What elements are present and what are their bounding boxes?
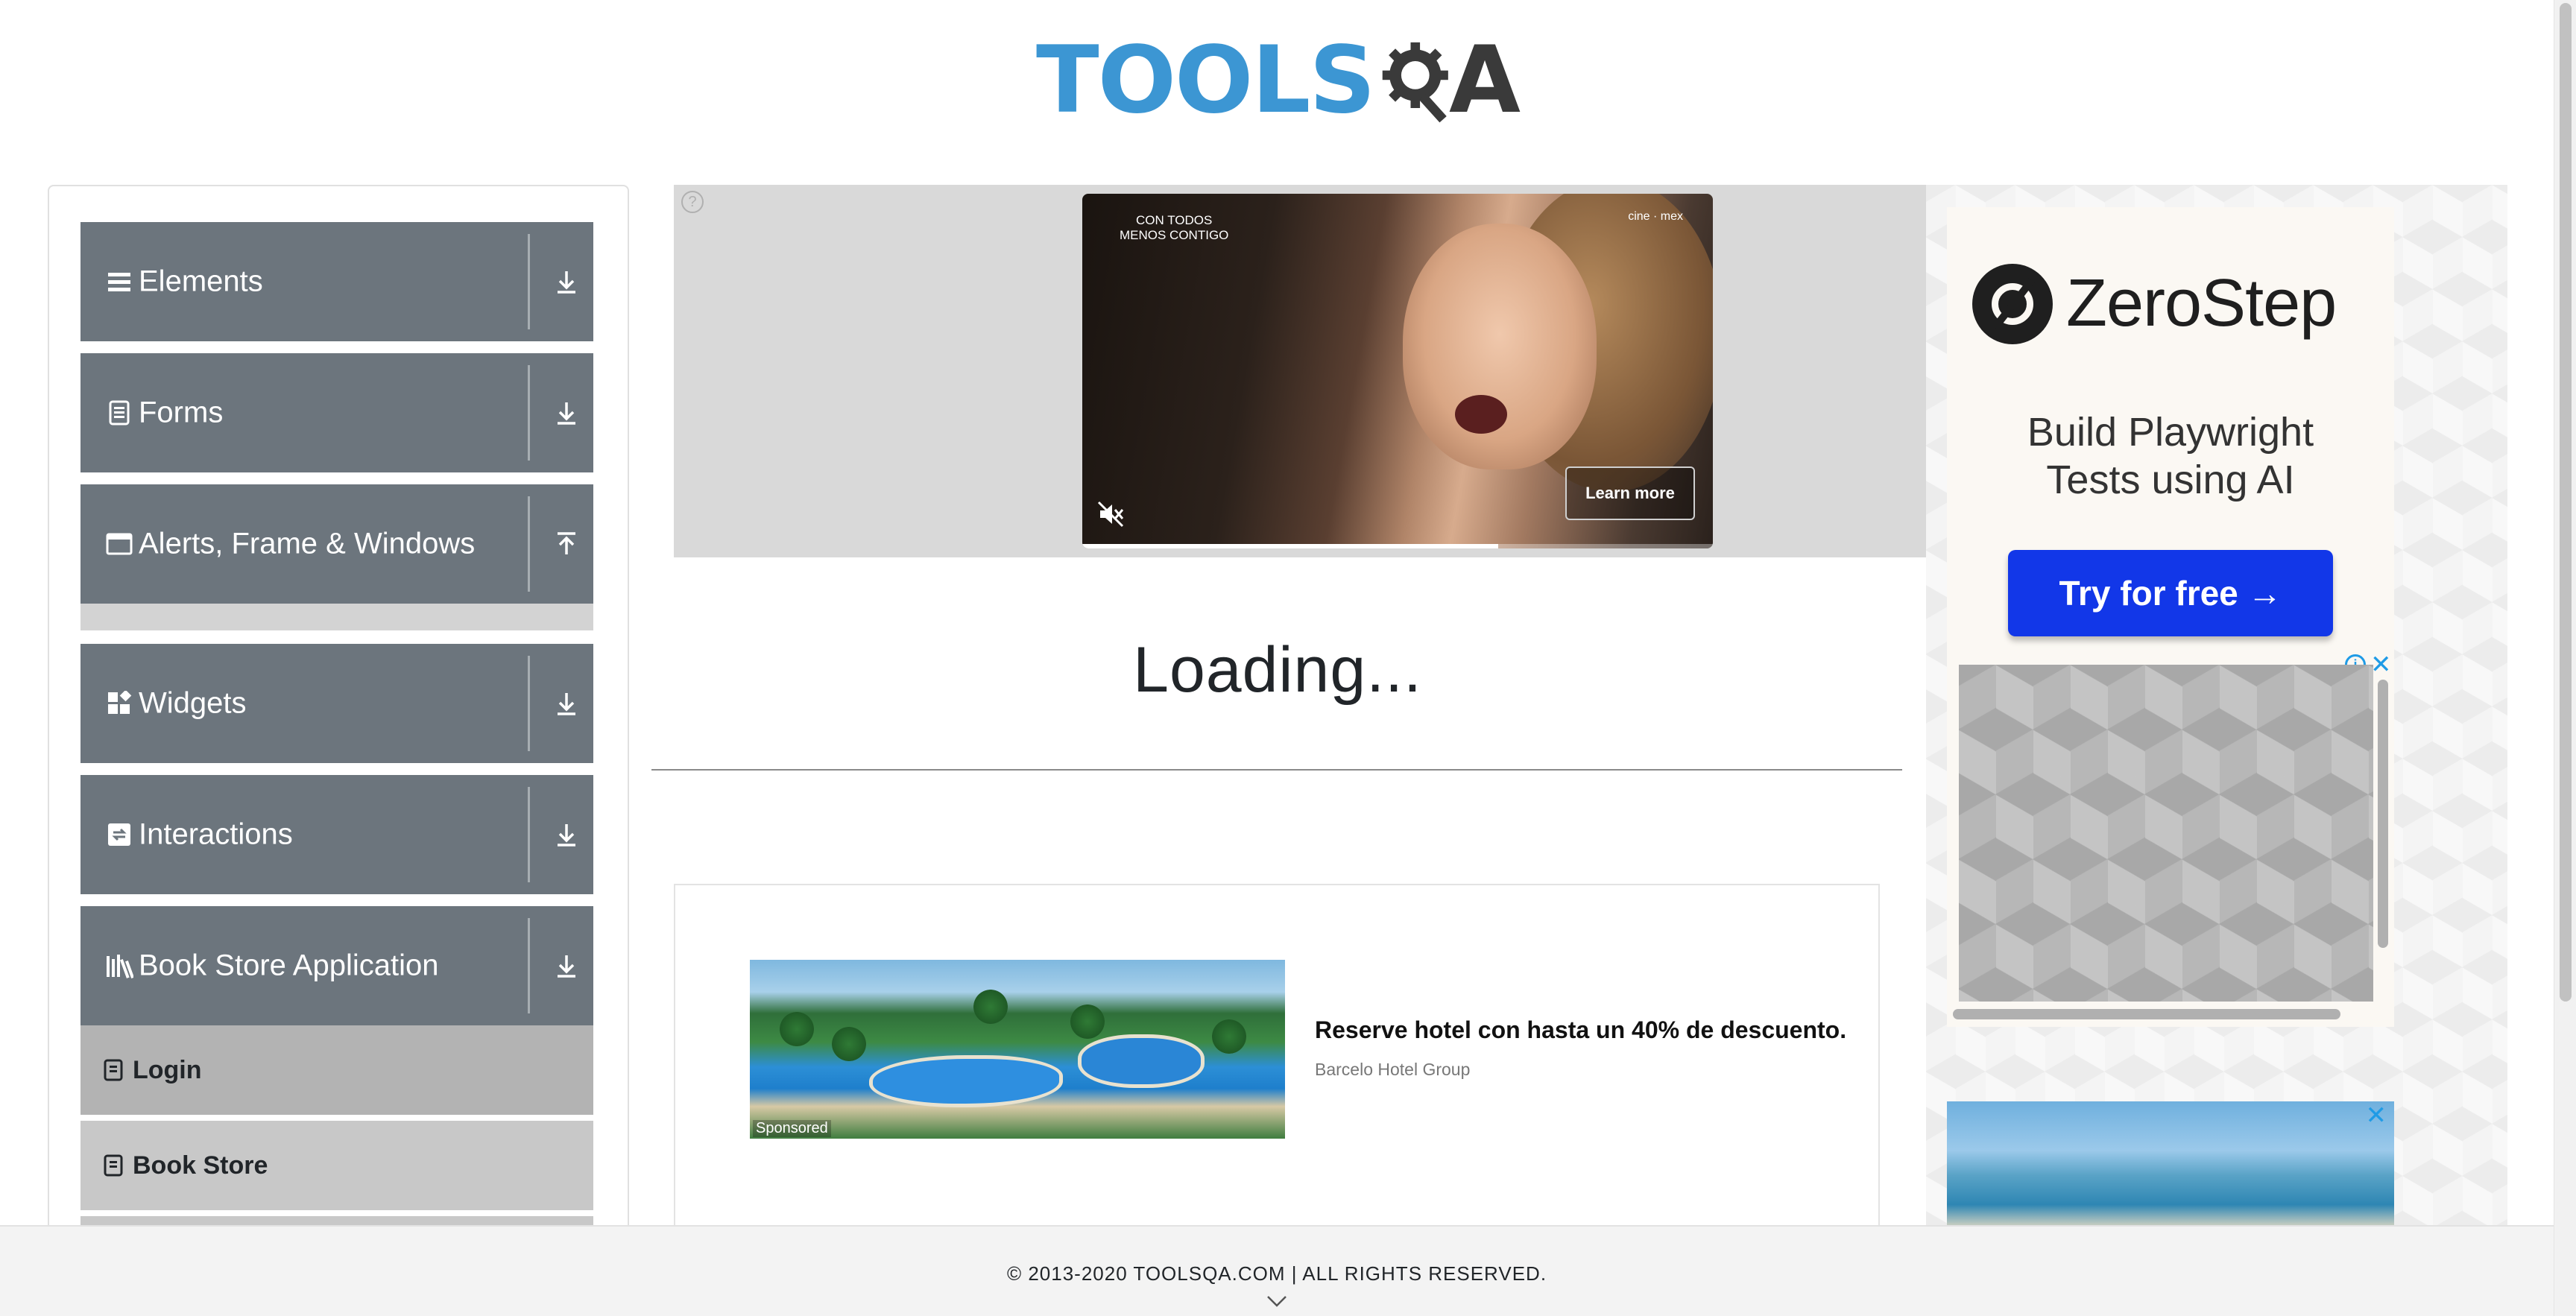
ad-horizontal-scrollbar[interactable]	[1953, 1009, 2340, 1019]
ad-placeholder-pattern	[1959, 665, 2373, 1002]
palm-tree	[1212, 1019, 1246, 1054]
video-frame-mouth	[1455, 395, 1507, 434]
sidebar-item-label: Login	[133, 1055, 202, 1084]
sidebar-group-elements[interactable]: Elements	[80, 222, 593, 341]
sidebar-group-label: Elements	[139, 265, 263, 298]
hotel-resort-image[interactable]: Sponsored	[750, 960, 1285, 1139]
native-ad-source: Barcelo Hotel Group	[1315, 1060, 1471, 1079]
sidebar-group-forms[interactable]: Forms	[80, 353, 593, 472]
sidebar-group-label: Widgets	[139, 686, 247, 720]
alerts-collapsed-panel	[80, 604, 593, 630]
video-progress-fill	[1082, 544, 1499, 548]
divider	[528, 365, 530, 461]
divider	[528, 656, 530, 751]
book-icon	[104, 1154, 123, 1177]
sidebar-group-widgets[interactable]: Widgets	[80, 644, 593, 763]
chevron-down-icon[interactable]	[1266, 1294, 1288, 1309]
try-for-free-button[interactable]: Try for free →	[2008, 550, 2333, 636]
interactions-icon	[104, 818, 134, 851]
sidebar-group-label: Interactions	[139, 817, 293, 851]
divider	[528, 234, 530, 329]
close-icon[interactable]: ✕	[2370, 652, 2392, 677]
hamburger-icon	[104, 265, 134, 298]
video-brand-right: cine · mex	[1628, 210, 1683, 223]
footer: © 2013-2020 TOOLSQA.COM | ALL RIGHTS RES…	[0, 1225, 2554, 1316]
sidebar-group-interactions[interactable]: Interactions	[80, 775, 593, 894]
divider	[651, 769, 1902, 771]
video-player[interactable]: CON TODOS MENOS CONTIGO cine · mex Learn…	[1082, 194, 1713, 548]
video-progress-bar[interactable]	[1082, 544, 1713, 548]
sidebar-group-alerts-frame-windows[interactable]: Alerts, Frame & Windows	[80, 484, 593, 604]
sidebar-group-label: Alerts, Frame & Windows	[139, 527, 476, 560]
sidebar-group-label: Forms	[139, 396, 224, 429]
download-arrow-icon[interactable]	[552, 820, 581, 850]
palm-tree	[832, 1027, 866, 1061]
widgets-icon	[104, 687, 134, 720]
sidebar: Elements Forms Alerts, Frame & Windows W…	[48, 185, 629, 1316]
video-ad-banner: ? CON TODOS MENOS CONTIGO cine · mex Lea…	[674, 185, 1926, 557]
logo-suffix: A	[1449, 27, 1521, 134]
sidebar-item-book-store[interactable]: Book Store	[80, 1121, 593, 1213]
loading-text: Loading...	[1133, 634, 1422, 706]
book-icon	[104, 1059, 123, 1081]
native-ad-title[interactable]: Reserve hotel con hasta un 40% de descue…	[1315, 1016, 1846, 1044]
palm-tree	[973, 990, 1008, 1024]
toolsqa-logo[interactable]: TOOLS A	[1036, 21, 1521, 140]
page-scroll-thumb[interactable]	[2560, 3, 2572, 1002]
document-icon	[104, 396, 134, 429]
pool-shape	[869, 1055, 1063, 1107]
divider	[528, 918, 530, 1013]
pool-shape	[1078, 1034, 1205, 1088]
headline-line: Build Playwright	[2027, 410, 2314, 455]
palm-tree	[1070, 1005, 1105, 1039]
logo-text: TOOLS	[1036, 27, 1376, 134]
sidebar-group-label: Book Store Application	[139, 949, 439, 982]
download-arrow-icon[interactable]	[552, 689, 581, 718]
video-brand-text: CON TODOS MENOS CONTIGO	[1120, 213, 1229, 242]
sponsored-label: Sponsored	[753, 1120, 831, 1137]
sidebar-item-login[interactable]: Login	[80, 1025, 593, 1118]
zerostep-logo-icon	[1972, 264, 2053, 344]
books-icon	[104, 949, 134, 982]
copyright-text: © 2013-2020 TOOLSQA.COM | ALL RIGHTS RES…	[1006, 1262, 1547, 1285]
sidebar-item-label: Book Store	[133, 1151, 268, 1180]
zerostep-brand: ZeroStep	[2066, 266, 2337, 341]
video-frame-face	[1403, 224, 1597, 469]
download-arrow-icon[interactable]	[552, 951, 581, 981]
ad-vertical-scrollbar[interactable]	[2378, 680, 2388, 948]
sidebar-group-book-store-application[interactable]: Book Store Application	[80, 906, 593, 1025]
download-arrow-icon[interactable]	[552, 267, 581, 297]
upload-arrow-icon[interactable]	[552, 529, 581, 559]
download-arrow-icon[interactable]	[552, 398, 581, 428]
mute-icon[interactable]	[1096, 499, 1126, 529]
page-scrollbar[interactable]	[2554, 0, 2576, 1316]
page: TOOLS A Elements Forms Alerts, Frame & W…	[0, 0, 2576, 1316]
zerostep-headline: Build Playwright Tests using AI	[1947, 408, 2394, 504]
right-ad-column: ZeroStep Build Playwright Tests using AI…	[1926, 185, 2507, 1316]
divider	[528, 496, 530, 592]
divider	[528, 787, 530, 882]
window-icon	[104, 528, 134, 560]
palm-tree	[780, 1012, 814, 1046]
gear-magnifier-icon	[1382, 42, 1448, 123]
ad-info-icon[interactable]: ?	[681, 191, 704, 213]
learn-more-button[interactable]: Learn more	[1565, 466, 1695, 520]
close-icon[interactable]: ✕	[2366, 1103, 2387, 1128]
headline-line: Tests using AI	[2046, 458, 2295, 502]
